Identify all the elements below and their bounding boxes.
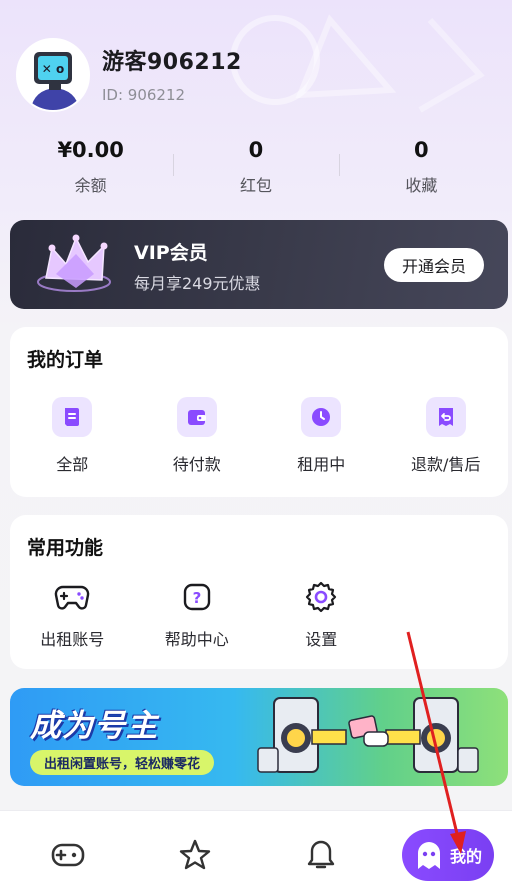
ghost-icon: [418, 842, 440, 869]
avatar[interactable]: ✕ o: [16, 38, 90, 112]
order-all-label: 全部: [56, 455, 89, 474]
clock-icon: [301, 397, 342, 437]
profile-header[interactable]: ✕ o 游客906212 ID: 906212: [16, 38, 242, 112]
wallet-icon: [176, 397, 217, 437]
stat-balance[interactable]: ¥0.00 余额: [8, 136, 173, 200]
svg-text:?: ?: [192, 589, 201, 607]
vip-card[interactable]: VIP会员 每月享249元优惠 开通会员: [10, 220, 508, 309]
stat-label: 收藏: [405, 176, 438, 195]
stat-favorites[interactable]: 0 收藏: [338, 136, 504, 200]
bottom-tab-bar: 我的: [0, 810, 512, 894]
tab-games[interactable]: [48, 835, 88, 875]
vip-subtitle: 每月享249元优惠: [134, 274, 261, 293]
gamepad-icon: [51, 843, 85, 867]
tab-messages[interactable]: [301, 835, 341, 875]
orders-title: 我的订单: [27, 349, 104, 371]
become-owner-banner[interactable]: 成为号主 出租闲置账号，轻松赚零花: [10, 688, 508, 786]
functions-title: 常用功能: [27, 537, 104, 559]
help-center-label: 帮助中心: [164, 630, 229, 649]
order-refund[interactable]: 退款/售后: [384, 397, 509, 475]
order-pending-payment[interactable]: 待付款: [135, 397, 260, 475]
order-refund-label: 退款/售后: [411, 455, 481, 474]
open-vip-button[interactable]: 开通会员: [384, 248, 484, 282]
gamepad-icon: [52, 577, 92, 617]
star-icon: [179, 839, 211, 870]
vip-title: VIP会员: [134, 242, 208, 264]
order-renting-label: 租用中: [297, 455, 346, 474]
orders-card: 我的订单 全部 待付款 租用中 退款/售后: [10, 327, 508, 497]
username: 游客906212: [102, 50, 242, 75]
banner-title: 成为号主: [30, 708, 158, 744]
stat-red-packet[interactable]: 0 红包: [173, 136, 338, 200]
stat-label: 红包: [239, 176, 272, 195]
document-icon: [52, 397, 93, 437]
order-renting[interactable]: 租用中: [259, 397, 384, 475]
bell-icon: [307, 840, 335, 869]
stats-row: ¥0.00 余额 0 红包 0 收藏: [8, 136, 504, 200]
order-pending-label: 待付款: [172, 455, 221, 474]
refund-icon: [425, 397, 466, 437]
functions-grid: 出租账号 ? 帮助中心 设置: [10, 577, 384, 650]
crown-icon: [37, 234, 111, 292]
help-center[interactable]: ? 帮助中心: [135, 577, 260, 650]
stat-label: 余额: [74, 176, 107, 195]
svg-text:✕ o: ✕ o: [42, 62, 64, 76]
avatar-illustration: ✕ o: [18, 40, 88, 110]
gear-icon: [301, 577, 341, 617]
settings-label: 设置: [305, 630, 338, 649]
settings[interactable]: 设置: [259, 577, 384, 650]
stat-value: ¥0.00: [57, 138, 124, 162]
tab-favorites[interactable]: [175, 835, 215, 875]
tab-mine-label: 我的: [450, 847, 483, 866]
rent-out-account[interactable]: 出租账号: [10, 577, 135, 650]
rent-out-label: 出租账号: [40, 630, 105, 649]
order-all[interactable]: 全部: [10, 397, 135, 475]
banner-illustration: [257, 697, 479, 773]
orders-grid: 全部 待付款 租用中 退款/售后: [10, 397, 508, 475]
tab-mine[interactable]: 我的: [402, 829, 494, 881]
help-icon: ?: [177, 577, 217, 617]
stat-value: 0: [414, 138, 429, 162]
stat-value: 0: [248, 138, 264, 162]
user-id: ID: 906212: [102, 86, 186, 104]
functions-card: 常用功能 出租账号 ? 帮助中心 设置: [10, 515, 508, 669]
banner-tagline: 出租闲置账号，轻松赚零花: [30, 750, 215, 775]
